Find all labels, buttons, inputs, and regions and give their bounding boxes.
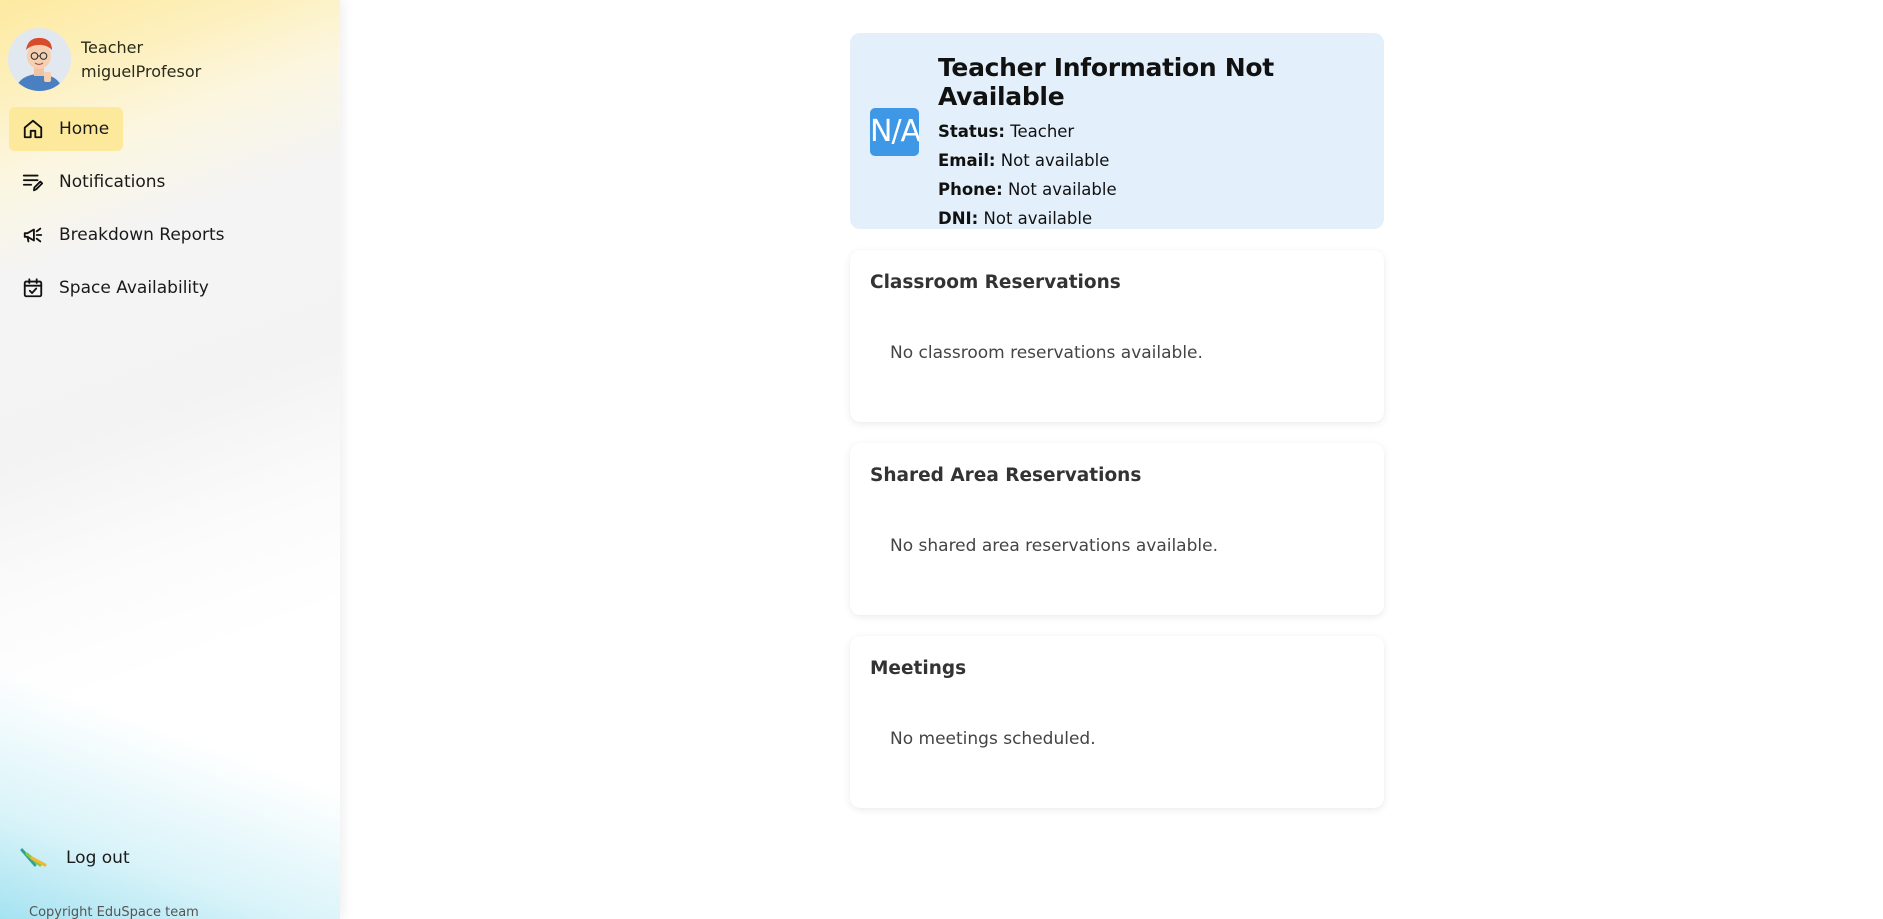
status-line: Status: Teacher bbox=[938, 117, 1384, 146]
calendar-check-icon bbox=[21, 276, 45, 300]
dni-value: Not available bbox=[983, 209, 1093, 228]
email-label: Email: bbox=[938, 151, 996, 170]
dni-label: DNI: bbox=[938, 209, 979, 228]
section-title: Shared Area Reservations bbox=[870, 465, 1142, 486]
logout-icon bbox=[20, 846, 48, 870]
teacher-info-title: Teacher Information Not Available bbox=[938, 53, 1274, 111]
section-title: Meetings bbox=[870, 658, 967, 679]
username: miguelProfesor bbox=[81, 61, 202, 81]
section-title: Classroom Reservations bbox=[870, 272, 1121, 293]
empty-state-text: No classroom reservations available. bbox=[890, 343, 1203, 363]
email-line: Email: Not available bbox=[938, 146, 1384, 175]
megaphone-icon bbox=[21, 223, 45, 247]
nav-item-space-availability[interactable]: Space Availability bbox=[9, 266, 223, 310]
notifications-icon bbox=[21, 170, 45, 194]
nav-label: Home bbox=[59, 119, 110, 139]
main-nav: Home Notifications Breakdown Reports Spa… bbox=[9, 107, 329, 319]
avatar bbox=[8, 28, 71, 91]
email-value: Not available bbox=[1000, 151, 1110, 170]
home-icon bbox=[21, 117, 45, 141]
empty-state-text: No shared area reservations available. bbox=[890, 536, 1218, 556]
nav-label: Breakdown Reports bbox=[59, 225, 225, 245]
logout-button[interactable]: Log out bbox=[20, 846, 130, 870]
empty-state-text: No meetings scheduled. bbox=[890, 729, 1096, 749]
nav-item-notifications[interactable]: Notifications bbox=[9, 160, 179, 204]
nav-item-home[interactable]: Home bbox=[9, 107, 124, 151]
teacher-info-card: N/A Teacher Information Not Available St… bbox=[850, 33, 1384, 229]
phone-value: Not available bbox=[1007, 180, 1117, 199]
classroom-reservations-card: Classroom Reservations No classroom rese… bbox=[850, 250, 1384, 422]
user-profile: Teacher miguelProfesor bbox=[8, 28, 201, 91]
phone-label: Phone: bbox=[938, 180, 1003, 199]
sidebar: Teacher miguelProfesor Home Notification… bbox=[0, 0, 340, 919]
nav-label: Space Availability bbox=[59, 278, 209, 298]
dni-line: DNI: Not available bbox=[938, 204, 1384, 233]
teacher-avatar-placeholder: N/A bbox=[870, 108, 919, 156]
status-label: Status: bbox=[938, 122, 1005, 141]
main-content: N/A Teacher Information Not Available St… bbox=[850, 33, 1384, 808]
status-value: Teacher bbox=[1010, 122, 1075, 141]
meetings-card: Meetings No meetings scheduled. bbox=[850, 636, 1384, 808]
user-role: Teacher bbox=[81, 37, 144, 57]
copyright-text: Copyright EduSpace team bbox=[29, 905, 199, 919]
logout-label: Log out bbox=[66, 848, 130, 868]
nav-item-breakdown-reports[interactable]: Breakdown Reports bbox=[9, 213, 238, 257]
phone-line: Phone: Not available bbox=[938, 175, 1384, 204]
shared-area-reservations-card: Shared Area Reservations No shared area … bbox=[850, 443, 1384, 615]
nav-label: Notifications bbox=[59, 172, 166, 192]
